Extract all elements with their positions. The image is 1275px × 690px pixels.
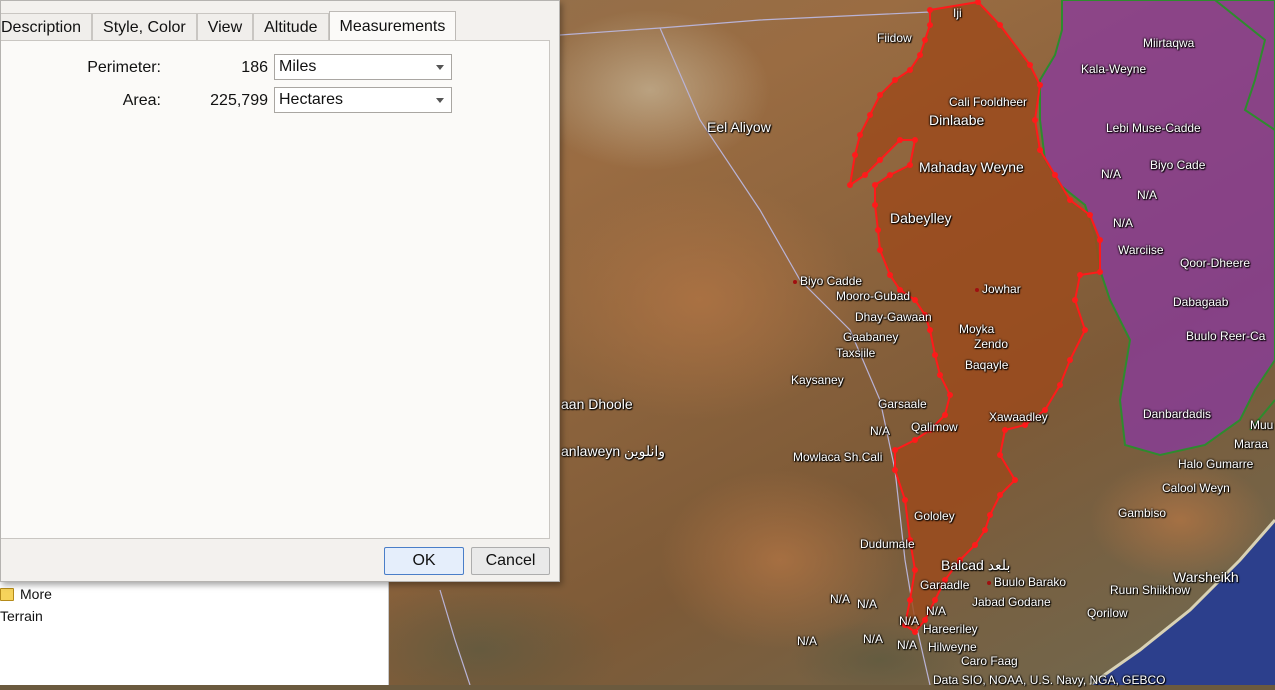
tab-measurements[interactable]: Measurements	[328, 11, 457, 41]
map-label: Eel Aliyow	[707, 119, 771, 135]
properties-dialog: Description Style, Color View Altitude M…	[0, 0, 560, 582]
map-label: Maraa	[1234, 437, 1269, 451]
map-label: Mowlaca Sh.Cali	[793, 450, 883, 464]
map-label: Garaadle	[920, 578, 970, 592]
map-label: Ruun Shiikhow	[1110, 583, 1191, 597]
map-label: Mahaday Weyne	[919, 159, 1024, 175]
map-label: N/A	[1101, 167, 1122, 181]
map-label: Danbardadis	[1143, 407, 1212, 421]
tab-altitude[interactable]: Altitude	[253, 13, 329, 41]
map-label: Qoor-Dheere	[1180, 256, 1251, 270]
map-label: Moyka	[959, 322, 995, 336]
map-label: Hilweyne	[928, 640, 977, 654]
places-item-terrain[interactable]: Terrain	[0, 608, 43, 624]
cancel-button[interactable]: Cancel	[471, 547, 550, 575]
map-label: Taxsiile	[836, 346, 876, 360]
chevron-down-icon	[436, 65, 444, 70]
map-label: Balcad بلعد	[941, 557, 1011, 573]
map-label: Kaysaney	[791, 373, 844, 387]
map-label: Kala-Weyne	[1081, 62, 1147, 76]
map-label: Dabeylley	[890, 210, 952, 226]
map-label: Warciise	[1118, 243, 1164, 257]
area-label: Area:	[122, 92, 161, 109]
perimeter-row: Perimeter: 186 Miles	[1, 54, 550, 80]
folder-icon	[0, 587, 14, 601]
map-label: Qorilow	[1087, 606, 1128, 620]
map-label: Dinlaabe	[929, 112, 985, 128]
map-label: Hareeriley	[923, 622, 978, 636]
map-label: Xawaadley	[989, 410, 1048, 424]
map-label: Dabagaab	[1173, 295, 1229, 309]
map-label: Jabad Godane	[972, 595, 1051, 609]
places-item-label: Terrain	[0, 608, 43, 624]
map-label: N/A	[1113, 216, 1134, 230]
perimeter-unit-value: Miles	[279, 58, 317, 75]
map-label: Gololey	[914, 509, 955, 523]
map-label: Qalimow	[911, 420, 958, 434]
map-label: N/A	[1137, 188, 1158, 202]
places-panel: More Terrain	[0, 578, 389, 685]
map-label: aan Dhoole	[561, 396, 633, 412]
tab-view[interactable]: View	[196, 13, 254, 41]
map-label: Gambiso	[1118, 506, 1167, 520]
map-label: Fiidow	[877, 31, 912, 45]
map-label: Dudumale	[860, 537, 915, 551]
tab-style-color[interactable]: Style, Color	[92, 13, 197, 41]
map-label: Biyo Cadde	[793, 274, 862, 288]
perimeter-value: 186	[241, 59, 268, 76]
places-item-more[interactable]: More	[0, 586, 52, 602]
map-label: Muu	[1250, 418, 1274, 432]
map-label: anlaweyn وانلوين	[561, 443, 666, 459]
map-label: Lebi Muse-Cadde	[1106, 121, 1201, 135]
map-label: N/A	[797, 634, 818, 648]
map-label: Buulo Barako	[987, 575, 1066, 589]
map-label: Biyo Cade	[1150, 158, 1206, 172]
map-label: Baqayle	[965, 358, 1009, 372]
map-label: N/A	[830, 592, 851, 606]
map-label: Zendo	[974, 337, 1009, 351]
map-label: Gaabaney	[843, 330, 899, 344]
map-label: Dhay-Gawaan	[855, 310, 932, 324]
map-label: N/A	[870, 424, 891, 438]
ok-button[interactable]: OK	[384, 547, 464, 575]
map-label: N/A	[863, 632, 884, 646]
map-label: Buulo Reer-Ca	[1186, 329, 1266, 343]
map-label: Calool Weyn	[1162, 481, 1230, 495]
map-label: Mooro-Gubad	[836, 289, 911, 303]
perimeter-unit-select[interactable]: Miles	[274, 54, 452, 80]
area-row: Area: 225,799 Hectares	[1, 87, 550, 113]
map-label: Garsaale	[878, 397, 927, 411]
area-value: 225,799	[210, 92, 268, 109]
map-label: Cali Fooldheer	[949, 95, 1028, 109]
places-item-label: More	[20, 586, 52, 602]
perimeter-label: Perimeter:	[87, 59, 161, 76]
map-label: Caro Faag	[961, 654, 1018, 668]
map-label: Halo Gumarre	[1178, 457, 1254, 471]
map-label: N/A	[899, 614, 920, 628]
measurements-panel: Perimeter: 186 Miles Area: 225,799 Hecta…	[1, 40, 550, 539]
map-label: N/A	[897, 638, 918, 652]
map-label: Jowhar	[975, 282, 1021, 296]
area-unit-value: Hectares	[279, 91, 344, 108]
chevron-down-icon	[436, 98, 444, 103]
area-unit-select[interactable]: Hectares	[274, 87, 452, 113]
map-label: Iji	[953, 6, 962, 20]
map-label: N/A	[926, 604, 947, 618]
tab-description[interactable]: Description	[1, 13, 93, 41]
tab-bar: Description Style, Color View Altitude M…	[1, 11, 457, 41]
map-label: N/A	[857, 597, 878, 611]
map-label: Miirtaqwa	[1143, 36, 1195, 50]
